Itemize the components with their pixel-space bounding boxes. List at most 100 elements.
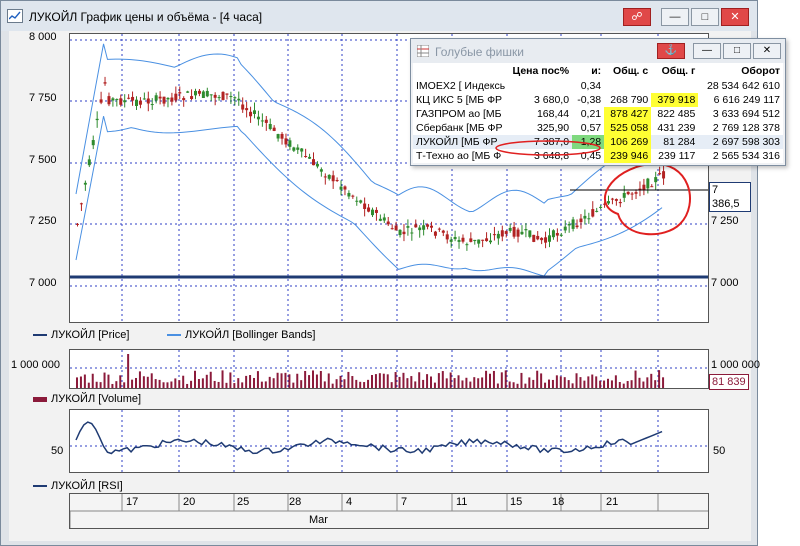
price-tick-right-7000: 7 000 — [711, 277, 739, 289]
quotes-title-bar[interactable]: Голубые фишки ⚓ — □ ✕ — [411, 39, 785, 63]
title-bar[interactable]: ЛУКОЙЛ График цены и объёма - [4 часа] ☍… — [1, 1, 757, 31]
volume-bar — [308, 375, 311, 388]
maximize-button[interactable]: □ — [691, 8, 719, 26]
volume-bar — [260, 381, 263, 388]
col-header-vol-s[interactable]: Общ. с — [604, 63, 651, 79]
volume-bar — [194, 370, 196, 388]
volume-bar — [449, 372, 452, 388]
volume-bar — [398, 376, 401, 388]
volume-bar — [312, 370, 314, 388]
candle — [182, 98, 186, 101]
col-header-vol-g[interactable]: Общ. г — [651, 63, 698, 79]
volume-bar — [571, 383, 574, 388]
volume-bar — [536, 370, 539, 388]
volume-bar — [233, 383, 236, 388]
volume-bar — [319, 370, 322, 388]
close-button[interactable]: ✕ — [721, 8, 749, 26]
candle — [233, 97, 237, 99]
volume-chart — [70, 350, 708, 388]
volume-bar — [280, 373, 283, 388]
table-row[interactable]: ГАЗПРОМ ао [МБ 168,44 0,21 878 427 822 4… — [413, 107, 783, 121]
candle — [394, 225, 398, 231]
volume-bar — [445, 378, 448, 388]
candle — [437, 228, 441, 230]
candle — [551, 230, 555, 238]
candle — [166, 97, 170, 100]
candle — [229, 96, 233, 98]
legend-price-swatch — [33, 334, 47, 337]
candle — [351, 195, 355, 197]
volume-bar — [595, 376, 598, 388]
table-row[interactable]: КЦ ИКС 5 [МБ ФР 3 680,0 -0,38 268 790 37… — [413, 93, 783, 107]
candle — [599, 206, 603, 208]
col-header-change[interactable]: и: — [572, 63, 604, 79]
minimize-button[interactable]: — — [661, 8, 689, 26]
cell-turnover: 28 534 642 610 — [707, 80, 780, 92]
time-tick-25: 25 — [237, 496, 250, 508]
candle — [260, 120, 264, 122]
cell-change: -0,38 — [577, 94, 602, 106]
candle — [347, 192, 351, 197]
volume-bar — [131, 379, 134, 388]
col-header-price[interactable]: Цена пос% — [505, 63, 572, 79]
time-month-label: Mar — [309, 514, 328, 526]
time-tick-4: 4 — [346, 496, 353, 508]
candle — [327, 174, 331, 179]
candle — [567, 224, 571, 226]
candle — [194, 90, 197, 96]
cell-vol-g — [651, 79, 698, 93]
volume-pane[interactable] — [69, 349, 709, 389]
candle — [662, 171, 666, 179]
volume-bar — [662, 377, 665, 388]
candle — [433, 231, 437, 236]
anchor-button[interactable]: ⚓ — [657, 43, 685, 59]
quotes-maximize-button[interactable]: □ — [723, 43, 751, 59]
candle — [650, 186, 654, 188]
col-header-turnover[interactable]: Оборот — [698, 63, 783, 79]
cell-price — [505, 79, 572, 93]
table-row[interactable]: IMOEX2 [ Индексы 0,34 28 534 642 610 — [413, 79, 783, 93]
candle — [174, 93, 178, 101]
volume-bar — [276, 372, 279, 388]
cell-vol-s — [604, 79, 651, 93]
candle — [300, 148, 304, 152]
volume-bar — [327, 373, 330, 388]
quotes-window: Голубые фишки ⚓ — □ ✕ Цена пос% и: Общ. … — [410, 38, 786, 166]
volume-bar — [253, 377, 255, 388]
time-tick-15: 15 — [510, 496, 523, 508]
volume-bar — [492, 370, 495, 388]
link-button[interactable]: ☍ — [623, 8, 651, 26]
volume-bar — [335, 379, 338, 388]
candle — [430, 225, 433, 228]
candle — [190, 96, 194, 99]
volume-tick-left: 1 000 000 — [11, 359, 60, 371]
volume-bar — [563, 377, 566, 388]
volume-bar — [618, 382, 621, 388]
candle — [135, 99, 138, 107]
time-tick-20: 20 — [183, 496, 196, 508]
volume-bar — [123, 382, 126, 388]
volume-bar — [579, 377, 582, 388]
volume-bar — [654, 380, 657, 388]
candle — [87, 159, 91, 166]
candle — [512, 226, 516, 237]
chart-app-icon — [7, 9, 23, 23]
candle — [296, 147, 300, 150]
volume-bar — [551, 379, 554, 388]
price-tick-7750: 7 750 — [29, 92, 57, 104]
volume-bar — [339, 375, 342, 388]
quotes-close-button[interactable]: ✕ — [753, 43, 781, 59]
volume-bar — [135, 377, 137, 388]
col-header-name[interactable] — [413, 63, 505, 79]
volume-bar — [115, 381, 118, 388]
candle — [441, 230, 445, 233]
legend-rsi-swatch — [33, 485, 47, 488]
rsi-pane[interactable] — [69, 409, 709, 473]
quotes-minimize-button[interactable]: — — [693, 43, 721, 59]
volume-bar — [469, 381, 472, 388]
candle — [225, 93, 229, 95]
volume-bar — [300, 380, 303, 388]
volume-bar — [555, 375, 558, 388]
candle — [634, 192, 638, 194]
table-row[interactable]: Сбербанк [МБ ФР 325,90 0,57 525 058 431 … — [413, 121, 783, 135]
